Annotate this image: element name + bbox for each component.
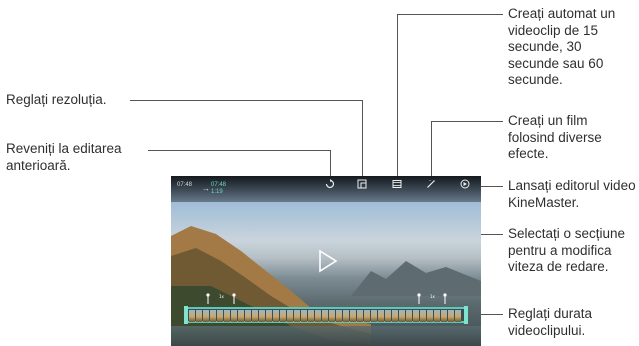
auto-clip-button[interactable] <box>386 179 408 189</box>
callout-revert: Reveniți la editarea anterioară. <box>6 141 156 174</box>
time-end-sub: 1:19 <box>211 189 223 195</box>
callout-resolution: Reglați rezoluția. <box>6 92 107 107</box>
timeline-frame <box>238 310 244 322</box>
timeline-frame <box>329 310 335 322</box>
callout-revert-text: Reveniți la editarea anterioară. <box>6 141 122 173</box>
timeline-frame <box>245 310 251 322</box>
timeline-frame <box>294 310 300 322</box>
timeline-frame <box>371 310 377 322</box>
play-icon[interactable] <box>317 249 339 273</box>
timeline-frame <box>210 310 216 322</box>
timeline-frame <box>231 310 237 322</box>
film-effects-button[interactable] <box>420 179 442 189</box>
speed-section-markers-left[interactable]: 1x <box>204 292 244 304</box>
time-end: 07:48 1:19 <box>211 182 226 196</box>
timeline-frame <box>259 310 265 322</box>
timeline-frame <box>224 310 230 322</box>
video-editor-screenshot: 07:48 → 07:48 1:19 1x 1x <box>171 176 481 346</box>
timeline-frame <box>308 310 314 322</box>
editor-toolbar: 07:48 → 07:48 1:19 <box>171 176 481 202</box>
timeline-frame <box>266 310 272 322</box>
timeline-frame <box>441 310 447 322</box>
speed-section-markers-right[interactable]: 1x <box>415 292 455 304</box>
callout-speed: Selectați o secțiune pentru a modifica v… <box>508 226 626 274</box>
timeline-frame <box>392 310 398 322</box>
kinemaster-icon <box>460 179 470 189</box>
timeline-frame <box>301 310 307 322</box>
timeline-frame <box>196 310 202 322</box>
timeline-frame <box>385 310 391 322</box>
timeline-frame <box>336 310 342 322</box>
timeline-frame <box>413 310 419 322</box>
timeline-frame <box>434 310 440 322</box>
timeline-frame <box>448 310 454 322</box>
timeline-frame <box>203 310 209 322</box>
timeline-end-handle[interactable] <box>464 306 468 324</box>
callout-line-revert <box>148 150 330 151</box>
resolution-button[interactable] <box>351 179 373 189</box>
resolution-icon <box>357 179 367 189</box>
callout-line-auto-clip <box>397 14 503 15</box>
callout-film: Creați un film folosind diverse efecte. <box>508 113 602 161</box>
timeline-frame <box>406 310 412 322</box>
svg-text:1x: 1x <box>219 294 225 299</box>
timeline-frame <box>364 310 370 322</box>
kinemaster-button[interactable] <box>454 179 476 189</box>
timeline-frame <box>427 310 433 322</box>
undo-button[interactable] <box>319 179 341 189</box>
timeline-frame <box>280 310 286 322</box>
callout-line-resolution-drop <box>362 100 363 182</box>
arrow-right-icon: → <box>202 184 210 193</box>
callout-duration: Reglați durata videoclipului. <box>508 306 593 338</box>
editor-bottom-bar <box>171 326 481 346</box>
timeline-frame <box>287 310 293 322</box>
callout-kinemaster: Lansați editorul video KineMaster. <box>508 178 636 210</box>
timeline-frame <box>273 310 279 322</box>
timeline-start-handle[interactable] <box>184 306 188 324</box>
callout-line-resolution <box>130 100 362 101</box>
magic-wand-icon <box>427 180 435 188</box>
timeline-frame <box>420 310 426 322</box>
undo-icon <box>325 179 335 189</box>
timeline-frame <box>322 310 328 322</box>
time-start: 07:48 <box>177 182 193 188</box>
timeline-frame <box>189 310 195 322</box>
timeline-frame <box>350 310 356 322</box>
time-end-main: 07:48 <box>211 182 227 188</box>
timeline-frame <box>343 310 349 322</box>
video-timeline[interactable] <box>185 307 467 323</box>
callout-line-film <box>431 121 503 122</box>
svg-text:1x: 1x <box>430 294 436 299</box>
timeline-frame <box>315 310 321 322</box>
timeline-frame <box>217 310 223 322</box>
timeline-frame <box>399 310 405 322</box>
callout-line-film-drop <box>431 121 432 182</box>
distant-mountains <box>351 261 481 296</box>
timeline-frame <box>378 310 384 322</box>
timeline-frame <box>357 310 363 322</box>
timeline-frame <box>455 310 461 322</box>
timeline-frame <box>252 310 258 322</box>
callout-line-auto-clip-drop <box>397 14 398 182</box>
film-clip-icon <box>392 180 402 188</box>
callout-auto-clip: Creați automat un videoclip de 15 secund… <box>508 6 616 87</box>
